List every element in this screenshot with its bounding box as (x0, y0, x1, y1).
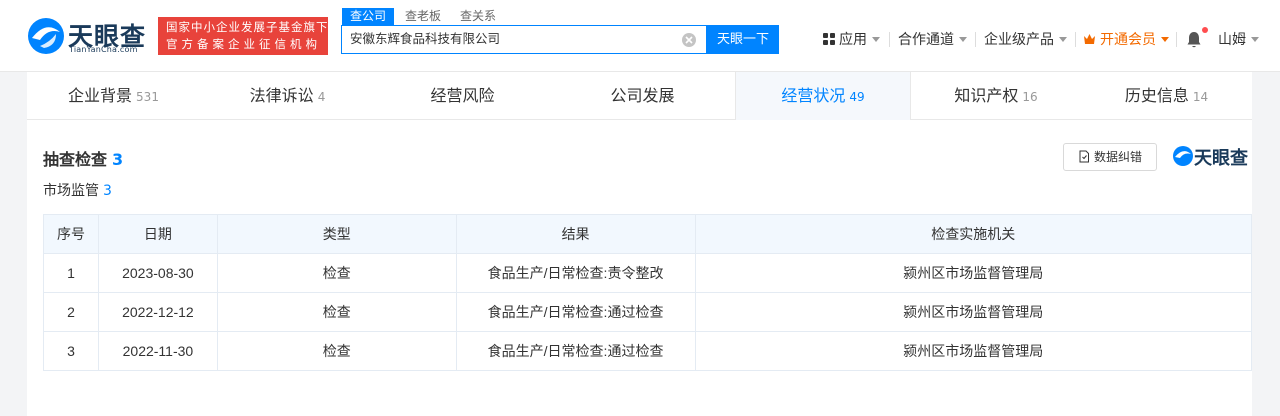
cell-type: 检查 (216, 331, 457, 371)
nav-user[interactable]: 山姆 (1218, 30, 1259, 50)
tianyancha-logo[interactable]: 天眼查 TianYanCha.com (26, 16, 152, 56)
tab-count: 4 (317, 90, 326, 104)
crown-icon (1084, 34, 1095, 44)
top-bar: 天眼查 TianYanCha.com 国家中小企业发展子基金旗下 官方备案企业征… (0, 0, 1280, 72)
divider (1075, 32, 1076, 47)
col-header-date: 日期 (97, 214, 218, 254)
nav-enterprise[interactable]: 企业级产品 (984, 30, 1067, 50)
logo-subtext: TianYanCha.com (69, 45, 138, 54)
table-header-row: 序号 日期 类型 结果 检查实施机关 (43, 214, 1253, 254)
chevron-down-icon (959, 37, 967, 42)
tab-label: 企业背景 (68, 86, 133, 105)
apps-grid-icon (823, 33, 835, 45)
col-header-result: 结果 (455, 214, 696, 254)
tab-count: 531 (136, 90, 159, 104)
tab-litigation[interactable]: 法律诉讼 4 (200, 72, 375, 120)
nav-cooperation-label: 合作通道 (898, 32, 954, 48)
tab-label: 经营风险 (430, 86, 495, 105)
nav-cooperation[interactable]: 合作通道 (898, 30, 967, 50)
nav-apps-label: 应用 (839, 32, 867, 48)
tab-background[interactable]: 企业背景 531 (27, 72, 200, 120)
search-tab-relation[interactable]: 查关系 (460, 8, 496, 25)
tab-count: 16 (1022, 90, 1038, 104)
data-correction-button[interactable]: 数据纠错 (1063, 143, 1157, 171)
badge-line-2: 官方备案企业征信机构 (166, 37, 321, 51)
logo-eye-icon (28, 18, 64, 54)
table-row: 1 2023-08-30 检查 食品生产/日常检查:责令整改 颍州区市场监督管理… (43, 253, 1253, 293)
chevron-down-icon (1161, 37, 1169, 42)
notification-dot (1202, 27, 1208, 33)
divider (1176, 32, 1177, 47)
document-edit-icon (1079, 150, 1089, 163)
cell-authority: 颍州区市场监督管理局 (694, 292, 1253, 332)
chevron-down-icon (1059, 37, 1067, 42)
cell-date: 2022-11-30 (97, 331, 218, 371)
subtitle-count: 3 (103, 183, 112, 199)
table-row: 2 2022-12-12 检查 食品生产/日常检查:通过检查 颍州区市场监督管理… (43, 292, 1253, 332)
cell-type: 检查 (216, 253, 457, 293)
cell-authority: 颍州区市场监督管理局 (694, 253, 1253, 293)
inspection-card: 抽查检查 3 市场监管 3 数据纠错 天眼查 序号 日期 类型 结果 检查实施机关 (27, 120, 1254, 416)
col-header-type: 类型 (216, 214, 457, 254)
official-badge: 国家中小企业发展子基金旗下 官方备案企业征信机构 (158, 17, 328, 55)
search-input[interactable] (350, 26, 670, 53)
divider (975, 32, 976, 47)
chevron-down-icon (872, 37, 880, 42)
chevron-down-icon (1251, 37, 1259, 42)
section-title-text: 抽查检查 (43, 150, 108, 169)
tab-risk[interactable]: 经营风险 (375, 72, 550, 120)
cell-authority: 颍州区市场监督管理局 (694, 331, 1253, 371)
user-name: 山姆 (1218, 32, 1246, 48)
search-tab-company[interactable]: 查公司 (342, 8, 395, 25)
badge-line-1: 国家中小企业发展子基金旗下 (166, 20, 328, 34)
data-correction-label: 数据纠错 (1093, 150, 1142, 164)
cell-result: 食品生产/日常检查:通过检查 (455, 331, 696, 371)
search-box (341, 25, 707, 54)
search-tab-boss[interactable]: 查老板 (405, 8, 441, 25)
company-tabs: 企业背景 531 法律诉讼 4 经营风险 公司发展 经营状况 49 知识产权 16 历史… (27, 72, 1252, 120)
col-header-authority: 检查实施机关 (694, 214, 1253, 254)
tab-count: 49 (849, 90, 865, 104)
table-row: 3 2022-11-30 检查 食品生产/日常检查:通过检查 颍州区市场监督管理… (43, 331, 1253, 371)
nav-apps[interactable]: 应用 (823, 30, 880, 50)
inspection-table: 序号 日期 类型 结果 检查实施机关 1 2023-08-30 检查 食品生产/… (43, 214, 1253, 371)
tab-label: 法律诉讼 (249, 86, 314, 105)
nav-vip[interactable]: 开通会员 (1083, 30, 1169, 50)
nav-vip-label: 开通会员 (1100, 32, 1156, 48)
nav-enterprise-label: 企业级产品 (984, 32, 1054, 48)
cell-index: 3 (43, 331, 99, 371)
tab-operations[interactable]: 经营状况 49 (735, 72, 911, 120)
watermark-text: 天眼查 (1194, 148, 1248, 169)
divider (889, 32, 890, 47)
tab-label: 知识产权 (954, 86, 1019, 105)
tab-count: 14 (1192, 90, 1209, 104)
cell-index: 2 (43, 292, 99, 332)
tab-ip[interactable]: 知识产权 16 (911, 72, 1081, 120)
tab-history[interactable]: 历史信息 14 (1081, 72, 1252, 120)
tab-label: 公司发展 (610, 86, 675, 105)
logo-eye-icon (1173, 146, 1193, 166)
tab-development[interactable]: 公司发展 (550, 72, 735, 120)
clear-icon[interactable] (681, 32, 697, 48)
col-header-index: 序号 (43, 214, 99, 254)
cell-result: 食品生产/日常检查:责令整改 (455, 253, 696, 293)
cell-type: 检查 (216, 292, 457, 332)
cell-date: 2022-12-12 (97, 292, 218, 332)
section-count: 3 (112, 150, 124, 169)
bell-icon[interactable] (1186, 31, 1202, 49)
section-subtitle: 市场监管 3 (43, 180, 112, 200)
cell-index: 1 (43, 253, 99, 293)
tab-label: 历史信息 (1124, 86, 1189, 105)
cell-date: 2023-08-30 (97, 253, 218, 293)
section-title: 抽查检查 3 (43, 146, 123, 170)
tab-label: 经营状况 (781, 86, 846, 105)
subtitle-text: 市场监管 (43, 183, 99, 199)
search-button[interactable]: 天眼一下 (707, 25, 779, 54)
cell-result: 食品生产/日常检查:通过检查 (455, 292, 696, 332)
tianyancha-watermark: 天眼查 (1172, 143, 1254, 169)
